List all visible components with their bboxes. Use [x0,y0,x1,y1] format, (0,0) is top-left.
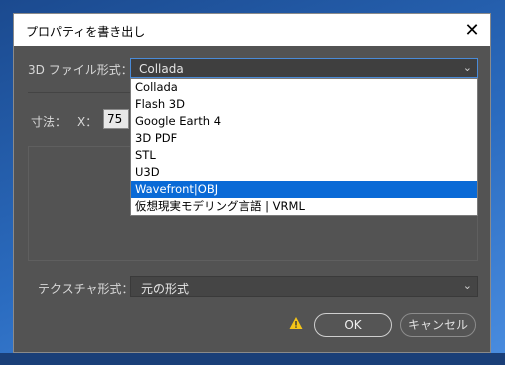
format-select[interactable]: Collada ⌄ [130,58,478,78]
texture-selected-value: 元の形式 [141,282,190,296]
dropdown-option-vrml[interactable]: 仮想現実モデリング言語 | VRML [131,198,477,215]
close-icon: ✕ [464,19,480,41]
dropdown-option-flash-3d[interactable]: Flash 3D [131,96,477,113]
dropdown-option-wavefront-obj[interactable]: Wavefront|OBJ [131,181,477,198]
format-selected-value: Collada [139,62,184,76]
size-label: 寸法： [31,115,68,129]
export-properties-dialog: プロパティを書き出し ✕ 3D ファイル形式： Collada ⌄ 寸法： X：… [13,13,491,353]
texture-label: テクスチャ形式： [38,282,134,296]
x-label: X： [77,115,98,129]
close-button[interactable]: ✕ [460,18,484,42]
chevron-down-icon: ⌄ [462,279,472,292]
dropdown-option-3d-pdf[interactable]: 3D PDF [131,130,477,147]
chevron-down-icon: ⌄ [462,61,472,74]
cancel-button[interactable]: キャンセル [400,313,476,337]
texture-select[interactable]: 元の形式 ⌄ [130,276,478,297]
warning-icon [289,317,303,329]
ok-button[interactable]: OK [314,313,392,337]
dropdown-option-google-earth-4[interactable]: Google Earth 4 [131,113,477,130]
dropdown-option-stl[interactable]: STL [131,147,477,164]
dropdown-option-u3d[interactable]: U3D [131,164,477,181]
format-label: 3D ファイル形式： [28,63,133,77]
x-size-input[interactable]: 75 [103,109,129,129]
taskbar [0,353,505,365]
format-dropdown-list: Collada Flash 3D Google Earth 4 3D PDF S… [130,78,478,216]
dialog-title: プロパティを書き出し [26,25,146,39]
dropdown-option-collada[interactable]: Collada [131,79,477,96]
title-bar: プロパティを書き出し ✕ [14,14,490,46]
